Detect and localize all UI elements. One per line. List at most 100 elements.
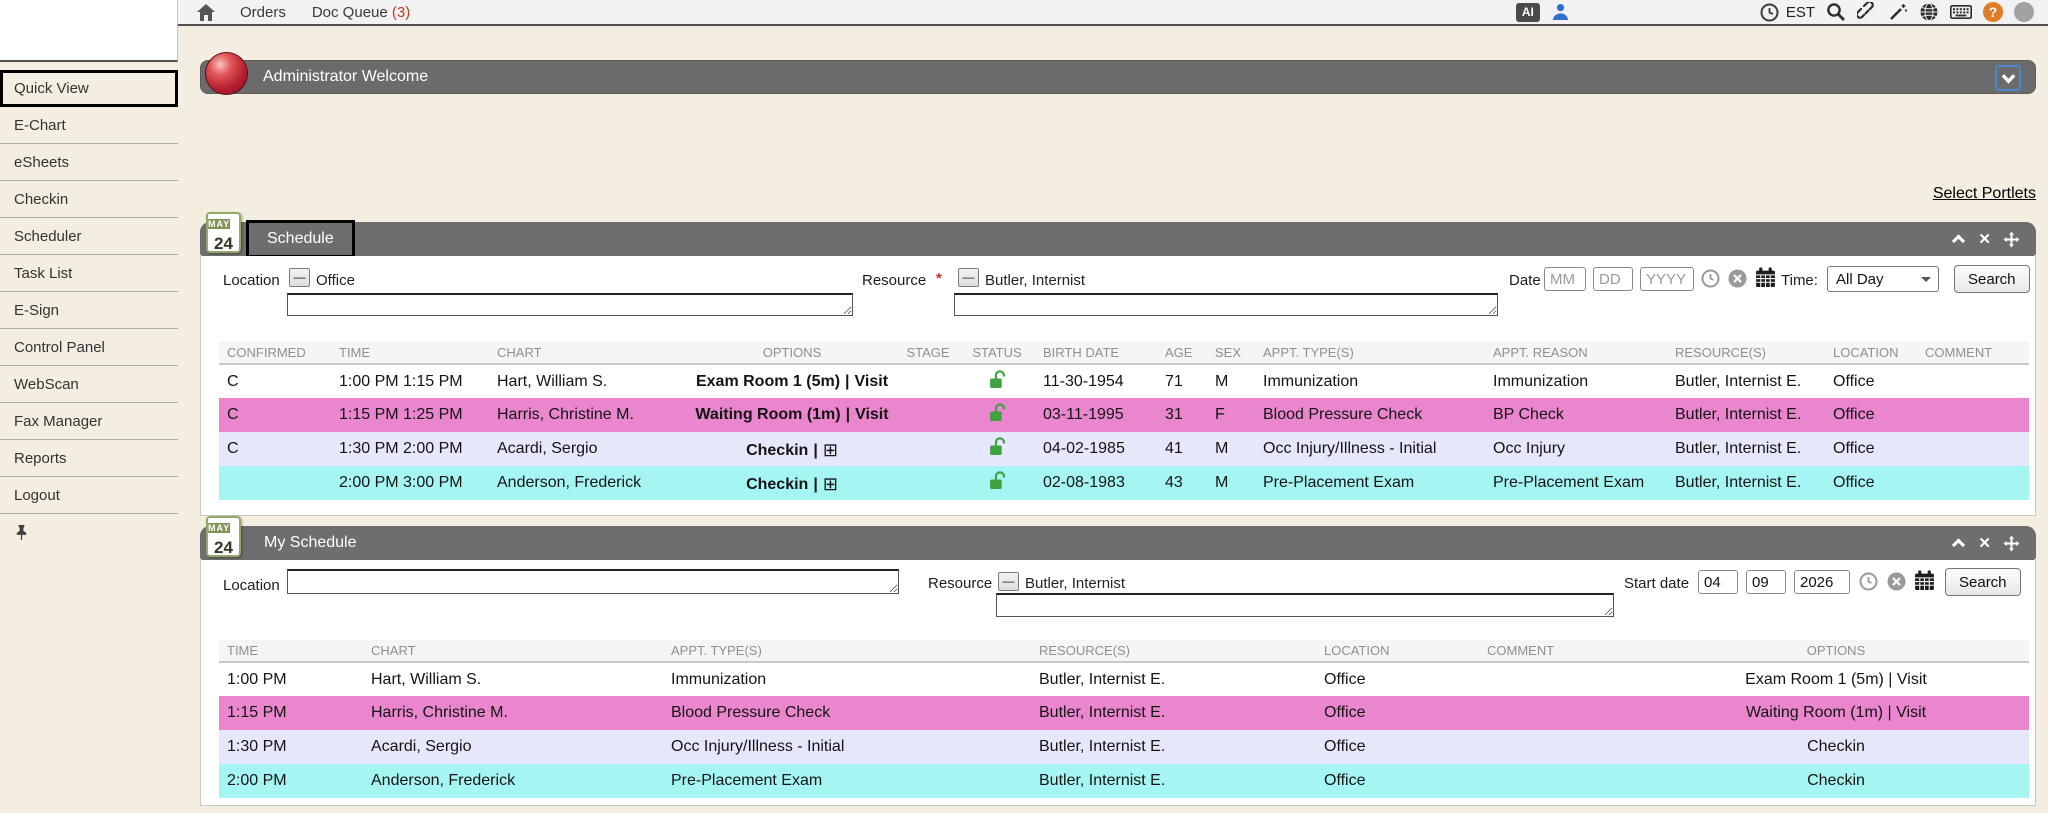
move-portlet-icon[interactable] bbox=[2003, 535, 2020, 552]
table-row[interactable]: 2:00 PM Anderson, Frederick Pre-Placemen… bbox=[219, 764, 2029, 798]
time-picker-icon[interactable] bbox=[1859, 572, 1878, 591]
table-row[interactable]: C 1:00 PM 1:15 PM Hart, William S. Exam … bbox=[219, 364, 2029, 398]
cell-options[interactable]: Waiting Room (1m) | Visit bbox=[1643, 696, 2029, 730]
wand-icon[interactable] bbox=[1888, 2, 1908, 22]
cell-location: Office bbox=[1825, 466, 1917, 500]
cell-age: 43 bbox=[1157, 466, 1207, 500]
my-schedule-search-button[interactable]: Search bbox=[1945, 568, 2021, 596]
cell-chart[interactable]: Harris, Christine M. bbox=[489, 398, 687, 432]
welcome-title: Administrator Welcome bbox=[263, 68, 428, 86]
location-input[interactable] bbox=[287, 569, 899, 594]
table-row[interactable]: 1:15 PM Harris, Christine M. Blood Press… bbox=[219, 696, 2029, 730]
sidebar-item-control-panel[interactable]: Control Panel bbox=[0, 329, 178, 366]
user-icon[interactable] bbox=[1551, 3, 1570, 21]
select-portlets-link[interactable]: Select Portlets bbox=[1933, 185, 2036, 202]
sidebar-item-logout[interactable]: Logout bbox=[0, 477, 178, 514]
location-collapse-button[interactable]: — bbox=[289, 268, 310, 287]
option-separator: | bbox=[813, 442, 817, 459]
table-row[interactable]: 2:00 PM 3:00 PM Anderson, Frederick Chec… bbox=[219, 466, 2029, 500]
sidebar-item-reports[interactable]: Reports bbox=[0, 440, 178, 477]
expand-plus-icon[interactable]: ⊞ bbox=[823, 440, 838, 460]
globe-icon[interactable] bbox=[1919, 2, 1939, 22]
option-checkin-link[interactable]: Checkin bbox=[746, 442, 808, 459]
cell-comment bbox=[1917, 466, 2029, 500]
cell-resources: Butler, Internist E. bbox=[1031, 764, 1316, 798]
cell-chart[interactable]: Harris, Christine M. bbox=[363, 696, 663, 730]
resource-collapse-button[interactable]: — bbox=[958, 268, 979, 287]
welcome-collapse-button[interactable] bbox=[1995, 65, 2021, 91]
collapse-portlet-icon[interactable] bbox=[1951, 234, 1966, 244]
cell-options[interactable]: Checkin bbox=[1643, 730, 2029, 764]
keyboard-icon[interactable] bbox=[1950, 5, 1972, 19]
schedule-search-button[interactable]: Search bbox=[1954, 265, 2030, 293]
option-visit-link[interactable]: Visit bbox=[855, 373, 889, 390]
start-date-year-input[interactable] bbox=[1794, 570, 1850, 594]
col-options: OPTIONS bbox=[1643, 640, 2029, 662]
table-row[interactable]: C 1:15 PM 1:25 PM Harris, Christine M. W… bbox=[219, 398, 2029, 432]
date-day-input[interactable] bbox=[1593, 267, 1633, 291]
sidebar-item-fax-manager[interactable]: Fax Manager bbox=[0, 403, 178, 440]
start-date-day-input[interactable] bbox=[1746, 570, 1786, 594]
search-icon[interactable] bbox=[1826, 2, 1846, 22]
clock-icon[interactable] bbox=[1760, 3, 1779, 22]
cell-chart[interactable]: Anderson, Frederick bbox=[363, 764, 663, 798]
cell-chart[interactable]: Acardi, Sergio bbox=[489, 432, 687, 466]
expand-plus-icon[interactable]: ⊞ bbox=[823, 474, 838, 494]
calendar-picker-icon[interactable] bbox=[1914, 570, 1935, 591]
cell-chart[interactable]: Anderson, Frederick bbox=[489, 466, 687, 500]
sidebar-item-e-sign[interactable]: E-Sign bbox=[0, 292, 178, 329]
sidebar-item-quick-view[interactable]: Quick View bbox=[0, 70, 178, 107]
collapse-portlet-icon[interactable] bbox=[1951, 538, 1966, 548]
home-icon[interactable] bbox=[196, 3, 216, 22]
nav-doc-queue[interactable]: Doc Queue (3) bbox=[312, 4, 410, 21]
close-portlet-icon[interactable]: ✕ bbox=[1978, 230, 1991, 248]
sidebar-item-checkin[interactable]: Checkin bbox=[0, 181, 178, 218]
ai-badge[interactable]: AI bbox=[1516, 3, 1540, 22]
table-row[interactable]: C 1:30 PM 2:00 PM Acardi, Sergio Checkin… bbox=[219, 432, 2029, 466]
clear-date-icon[interactable] bbox=[1728, 269, 1747, 288]
sidebar-item-webscan[interactable]: WebScan bbox=[0, 366, 178, 403]
help-icon[interactable]: ? bbox=[1983, 2, 2003, 22]
clear-date-icon[interactable] bbox=[1887, 572, 1906, 591]
doc-queue-label: Doc Queue bbox=[312, 4, 388, 21]
date-month-input[interactable] bbox=[1544, 267, 1586, 291]
option-checkin-link[interactable]: Checkin bbox=[746, 476, 808, 493]
cell-chart[interactable]: Hart, William S. bbox=[363, 662, 663, 696]
col-chart: CHART bbox=[363, 640, 663, 662]
resource-collapse-button[interactable]: — bbox=[998, 572, 1019, 591]
start-date-month-input[interactable] bbox=[1698, 570, 1738, 594]
link-icon[interactable] bbox=[1857, 2, 1877, 22]
unlocked-icon[interactable] bbox=[989, 403, 1006, 422]
calendar-picker-icon[interactable] bbox=[1755, 267, 1776, 288]
table-row[interactable]: 1:00 PM Hart, William S. Immunization Bu… bbox=[219, 662, 2029, 696]
nav-orders[interactable]: Orders bbox=[240, 4, 286, 21]
cell-appt-types: Pre-Placement Exam bbox=[1255, 466, 1485, 500]
time-select[interactable]: All Day bbox=[1827, 266, 1939, 292]
time-picker-icon[interactable] bbox=[1701, 269, 1720, 288]
cell-chart[interactable]: Hart, William S. bbox=[489, 364, 687, 398]
unlocked-icon[interactable] bbox=[989, 471, 1006, 490]
sidebar-item-scheduler[interactable]: Scheduler bbox=[0, 218, 178, 255]
location-input[interactable] bbox=[287, 293, 853, 316]
sidebar-menu: Quick View E-Chart eSheets Checkin Sched… bbox=[0, 70, 178, 514]
cell-resources: Butler, Internist E. bbox=[1031, 730, 1316, 764]
option-room-link[interactable]: Exam Room 1 (5m) bbox=[696, 373, 840, 390]
close-portlet-icon[interactable]: ✕ bbox=[1978, 534, 1991, 552]
option-room-link[interactable]: Waiting Room (1m) bbox=[695, 406, 840, 423]
table-row[interactable]: 1:30 PM Acardi, Sergio Occ Injury/Illnes… bbox=[219, 730, 2029, 764]
sidebar-item-esheets[interactable]: eSheets bbox=[0, 144, 178, 181]
sidebar-item-e-chart[interactable]: E-Chart bbox=[0, 107, 178, 144]
cell-options[interactable]: Exam Room 1 (5m) | Visit bbox=[1643, 662, 2029, 696]
move-portlet-icon[interactable] bbox=[2003, 231, 2020, 248]
cell-chart[interactable]: Acardi, Sergio bbox=[363, 730, 663, 764]
resource-input[interactable] bbox=[996, 593, 1614, 617]
option-visit-link[interactable]: Visit bbox=[855, 406, 889, 423]
sidebar-item-task-list[interactable]: Task List bbox=[0, 255, 178, 292]
cell-resources: Butler, Internist E. bbox=[1667, 364, 1825, 398]
sidebar-pin-toggle[interactable] bbox=[0, 514, 178, 551]
unlocked-icon[interactable] bbox=[989, 370, 1006, 389]
cell-options[interactable]: Checkin bbox=[1643, 764, 2029, 798]
unlocked-icon[interactable] bbox=[989, 437, 1006, 456]
resource-input[interactable] bbox=[954, 293, 1498, 316]
date-year-input[interactable] bbox=[1640, 267, 1694, 291]
